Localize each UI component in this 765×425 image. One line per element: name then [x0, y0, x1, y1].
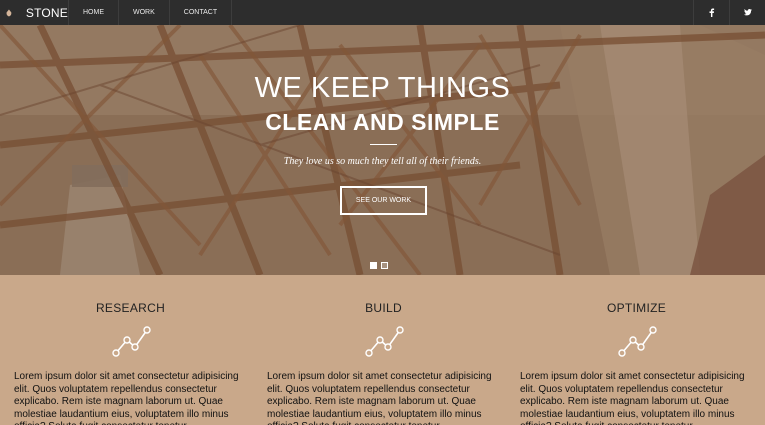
line-chart-icon [112, 326, 151, 357]
feature-research: RESEARCH Lorem ipsum dolor sit amet cons… [14, 275, 254, 425]
feature-description: Lorem ipsum dolor sit amet consectetur a… [267, 371, 492, 425]
hero-title-line2: CLEAN AND SIMPLE [265, 109, 500, 135]
twitter-link[interactable] [729, 0, 765, 25]
feature-optimize: OPTIMIZE Lorem ipsum dolor sit amet cons… [520, 275, 760, 425]
carousel-dot-1[interactable] [370, 262, 377, 269]
line-chart-icon [365, 326, 404, 357]
hero-tagline: They love us so much they tell all of th… [283, 156, 482, 167]
feature-title: BUILD [365, 301, 402, 315]
carousel-dot-2[interactable] [381, 262, 388, 269]
feature-description: Lorem ipsum dolor sit amet consectetur a… [14, 371, 239, 425]
feature-build: BUILD Lorem ipsum dolor sit amet consect… [267, 275, 507, 425]
features-section: RESEARCH Lorem ipsum dolor sit amet cons… [0, 275, 765, 425]
nav-link-home[interactable]: HOME [68, 0, 118, 25]
hero-divider [370, 144, 397, 145]
facebook-icon [709, 8, 715, 17]
facebook-link[interactable] [693, 0, 729, 25]
hero-carousel: WE KEEP THINGS CLEAN AND SIMPLE They lov… [0, 25, 765, 275]
nav-link-work[interactable]: WORK [118, 0, 169, 25]
social-links [693, 0, 765, 25]
nav-link-contact[interactable]: CONTACT [168, 0, 233, 25]
carousel-indicators [370, 262, 388, 269]
brand[interactable]: STONE [0, 0, 68, 25]
twitter-icon [743, 8, 752, 16]
hero-content: WE KEEP THINGS CLEAN AND SIMPLE They lov… [0, 25, 765, 275]
top-navbar: STONE HOME WORK CONTACT [0, 0, 765, 25]
feature-description: Lorem ipsum dolor sit amet consectetur a… [520, 371, 745, 425]
hero-title-line1: WE KEEP THINGS [254, 72, 511, 104]
line-chart-icon [618, 326, 657, 357]
feature-title: RESEARCH [95, 301, 166, 315]
see-our-work-button[interactable]: SEE OUR WORK [340, 186, 427, 215]
nav-links: HOME WORK CONTACT [68, 0, 233, 25]
stone-logo-icon [6, 8, 12, 17]
feature-title: OPTIMIZE [606, 301, 667, 315]
brand-name: STONE [25, 5, 68, 20]
